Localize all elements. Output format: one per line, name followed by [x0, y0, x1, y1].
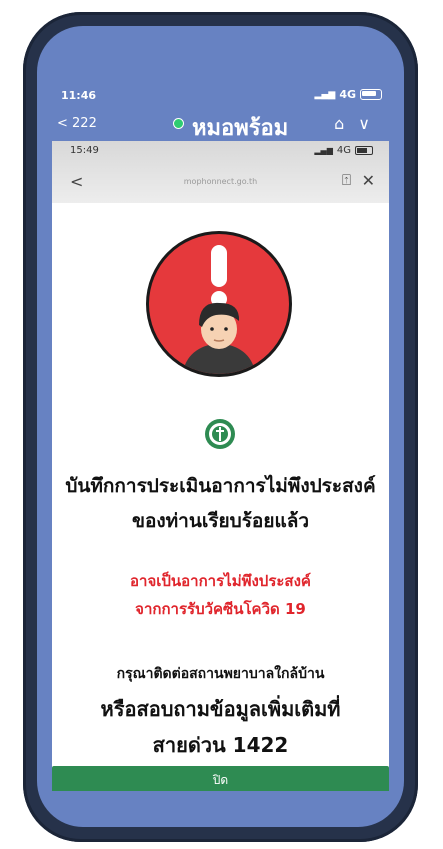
inner-battery-icon	[355, 146, 373, 155]
verified-dot-icon	[173, 118, 184, 129]
outer-nav-bar: < 222 หมอพร้อม ⌂∨	[37, 106, 404, 140]
inner-status-time: 15:49	[70, 145, 99, 156]
outer-back-button[interactable]: < 222	[57, 116, 97, 131]
contact-line1: กรุณาติดต่อสถานพยาบาลใกล้บ้าน	[116, 666, 325, 682]
result-message-line1: บันทึกการประเมินอาการไม่พึงประสงค์	[65, 475, 376, 497]
inner-screen: 15:49 ▂▄▆ 4G < mophonnect.go.th ⍐ ✕ บันท…	[52, 141, 389, 791]
network-label: 4G	[339, 88, 356, 101]
hotline-text: สายด่วน 1422	[152, 733, 289, 757]
phone-frame: 11:46 ▂▄▆ 4G < 222 หมอพร้อม ⌂∨ 15:49 ▂▄▆	[23, 12, 418, 842]
phone-screen: 11:46 ▂▄▆ 4G < 222 หมอพร้อม ⌂∨ 15:49 ▂▄▆	[37, 26, 404, 827]
outer-nav-icons: ⌂∨	[334, 114, 384, 133]
outer-status-time: 11:46	[61, 89, 97, 102]
battery-icon	[360, 89, 382, 100]
inner-browser-bar: 15:49 ▂▄▆ 4G < mophonnect.go.th ⍐ ✕	[52, 141, 389, 203]
result-message-line2: ของท่านเรียบร้อยแล้ว	[131, 510, 310, 532]
signal-icon: ▂▄▆	[314, 89, 336, 100]
home-icon[interactable]: ⌂	[334, 114, 358, 133]
warning-line2: จากการรับวัคซีนโควิด 19	[135, 600, 306, 618]
outer-app-title: หมอพร้อม	[192, 115, 289, 140]
moph-logo-icon	[205, 419, 235, 449]
close-button[interactable]: ปิด	[52, 766, 389, 791]
inner-signal-icon: ▂▄▆	[314, 146, 333, 155]
url-label: mophonnect.go.th	[183, 177, 258, 186]
warning-line1: อาจเป็นอาการไม่พึงประสงค์	[130, 572, 311, 590]
share-icon[interactable]: ⍐	[342, 171, 351, 189]
outer-status-right: ▂▄▆ 4G	[315, 88, 382, 101]
inner-status-right: ▂▄▆ 4G	[314, 145, 373, 156]
chevron-down-icon[interactable]: ∨	[358, 114, 384, 133]
inner-network-label: 4G	[336, 145, 351, 156]
close-icon[interactable]: ✕	[362, 171, 375, 190]
contact-line2: หรือสอบถามข้อมูลเพิ่มเติมที่	[100, 697, 341, 721]
warning-person-icon	[146, 231, 292, 377]
inner-nav-bar: < mophonnect.go.th ⍐ ✕	[52, 169, 389, 197]
outer-status-bar: 11:46 ▂▄▆ 4G	[37, 86, 404, 106]
